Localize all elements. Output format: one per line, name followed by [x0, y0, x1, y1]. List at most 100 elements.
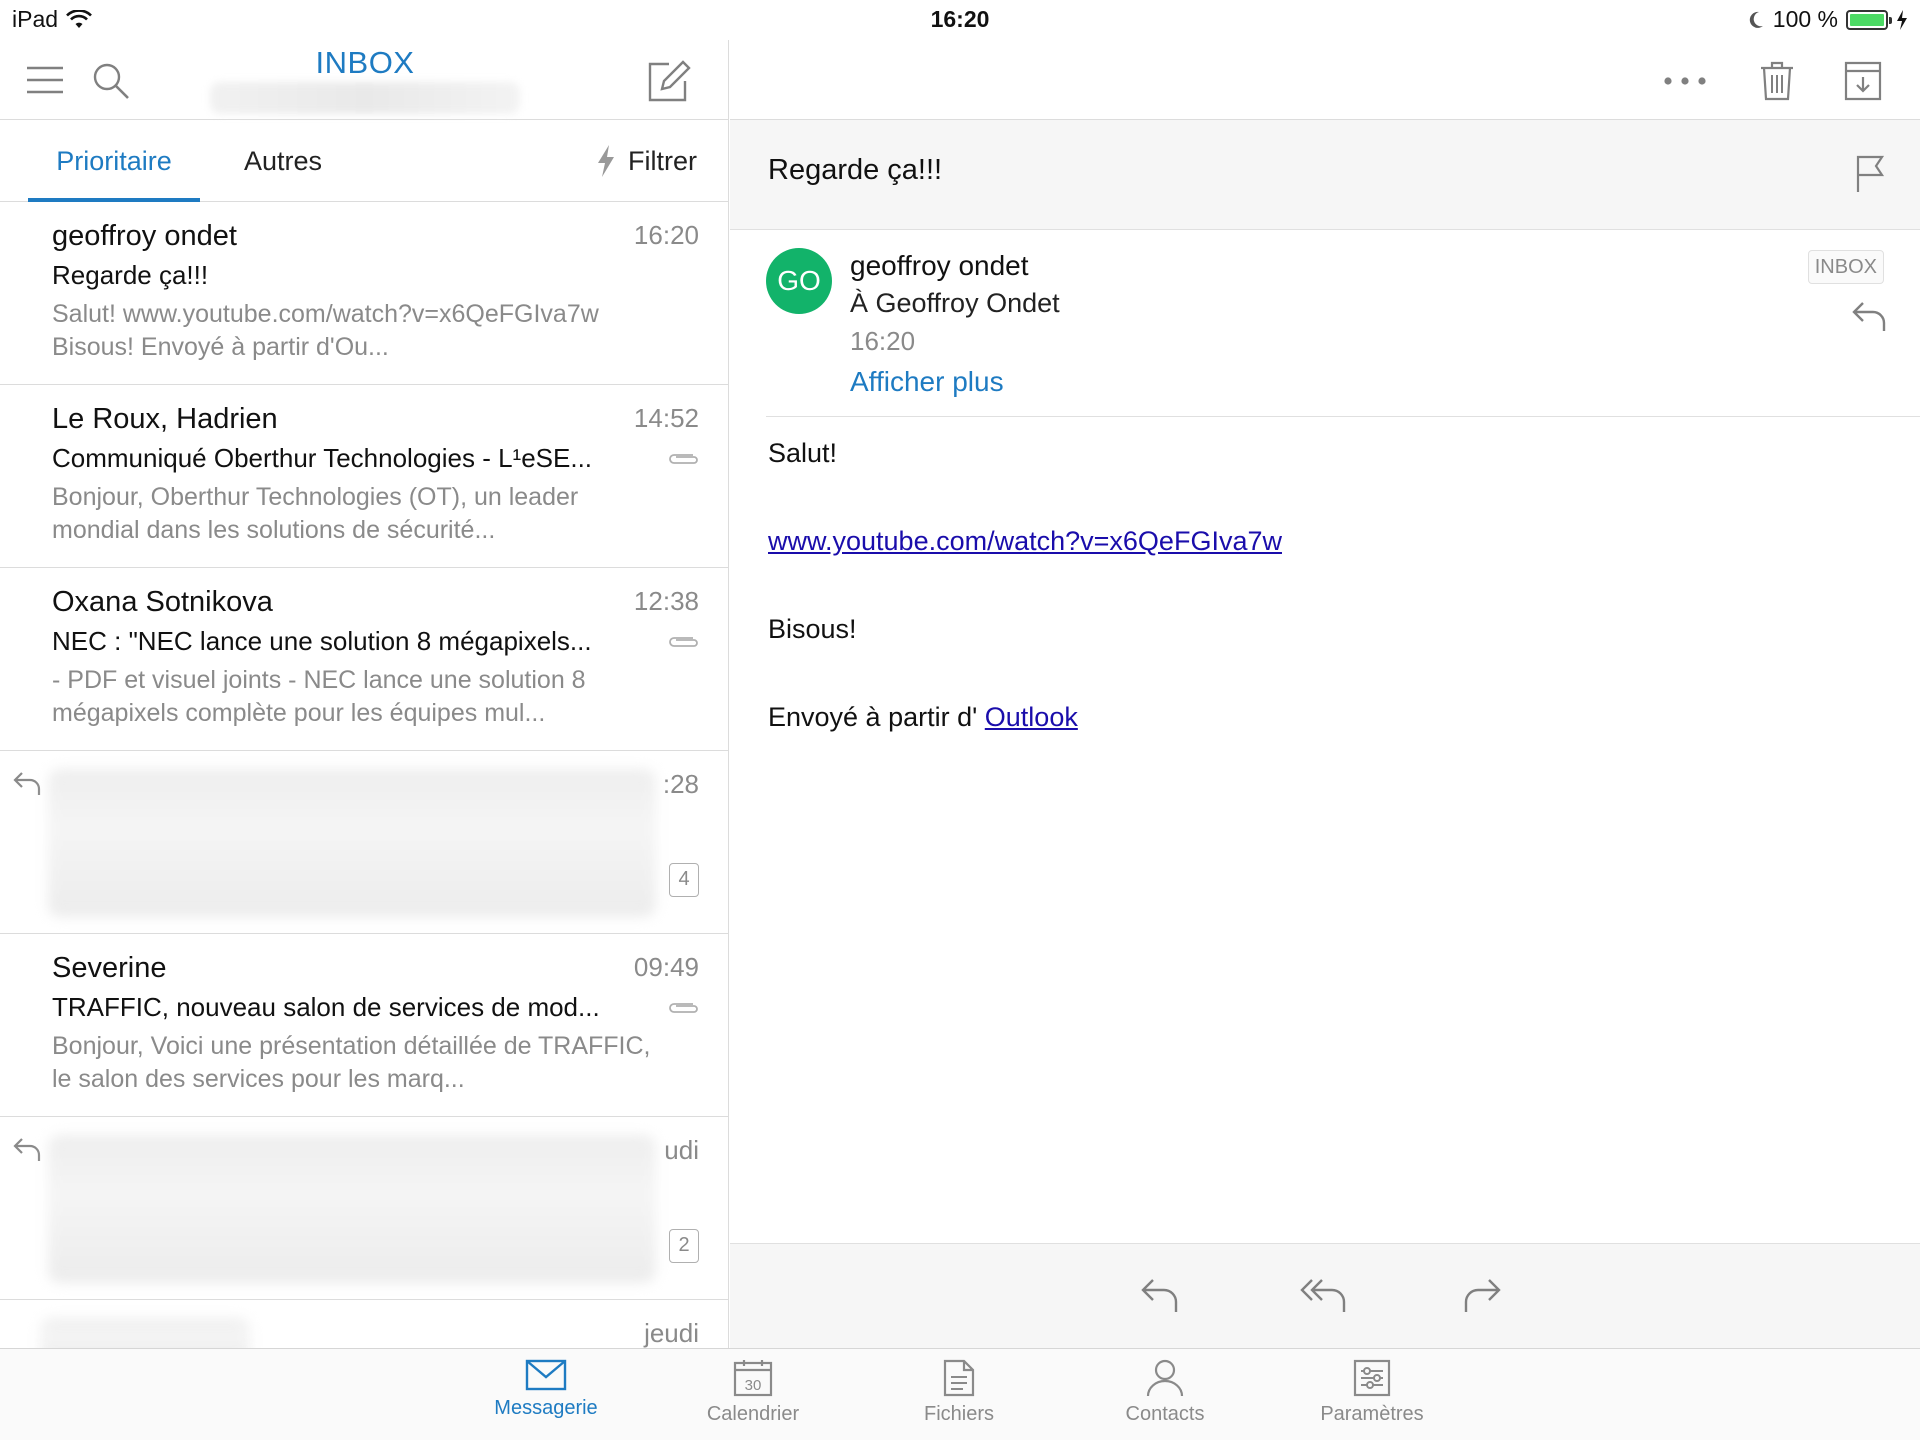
- filter-label: Filtrer: [628, 145, 697, 176]
- calendar-day-number: 30: [745, 1377, 762, 1394]
- message-subject: Communiqué Oberthur Technologies - L¹eSE…: [52, 443, 593, 473]
- calendar-icon: 30: [733, 1360, 773, 1397]
- battery-icon: [1846, 9, 1892, 30]
- archive-icon: [1844, 61, 1882, 101]
- reply-button[interactable]: [1130, 1268, 1190, 1324]
- show-more-link[interactable]: Afficher plus: [850, 366, 1004, 398]
- compose-button[interactable]: [640, 54, 696, 110]
- message-subject: Regarde ça!!!: [52, 260, 209, 290]
- attachment-icon: [669, 1003, 698, 1013]
- envelope-icon: [525, 1359, 567, 1391]
- nav-calendar-label: Calendrier: [706, 1403, 800, 1425]
- reply-all-button[interactable]: [1290, 1268, 1360, 1324]
- blurred-message-content: [48, 1135, 656, 1283]
- nav-settings[interactable]: Paramètres: [1287, 1359, 1457, 1426]
- battery-percent: 100 %: [1772, 6, 1838, 32]
- reading-toolbar: [730, 40, 1920, 120]
- avatar[interactable]: GO: [766, 248, 832, 314]
- message-time: :28: [662, 769, 699, 799]
- person-icon: [1146, 1359, 1184, 1397]
- subject-bar: Regarde ça!!!: [730, 120, 1920, 230]
- menu-button[interactable]: [20, 58, 70, 102]
- nav-mail-label: Messagerie: [494, 1397, 598, 1419]
- list-item[interactable]: Severine 09:49 TRAFFIC, nouveau salon de…: [0, 934, 728, 1117]
- nav-calendar[interactable]: 30 Calendrier: [668, 1359, 838, 1426]
- nav-contacts-label: Contacts: [1125, 1403, 1205, 1425]
- filter-button[interactable]: Filtrer: [596, 120, 697, 202]
- recipient-line: À Geoffroy Ondet: [850, 288, 1060, 318]
- list-item[interactable]: :28 4: [0, 751, 728, 934]
- search-button[interactable]: [86, 56, 136, 106]
- nav-mail[interactable]: Messagerie: [461, 1359, 631, 1420]
- message-subject: TRAFFIC, nouveau salon de services de mo…: [52, 992, 600, 1022]
- list-item[interactable]: udi 2: [0, 1117, 728, 1300]
- message-time: 12:38: [633, 586, 699, 616]
- message-sender: geoffroy ondet: [52, 220, 237, 252]
- more-button[interactable]: [1650, 56, 1720, 106]
- folder-badge: INBOX: [1807, 250, 1884, 284]
- replied-icon: [13, 1138, 41, 1161]
- reply-button[interactable]: [1844, 294, 1894, 340]
- message-body: Salut! www.youtube.com/watch?v=x6QeFGIva…: [768, 436, 1868, 788]
- forward-icon: [1464, 1279, 1501, 1312]
- sent-time: 16:20: [850, 326, 916, 356]
- message-time: 16:20: [633, 220, 699, 250]
- message-preview: Bonjour, Voici une présentation détaillé…: [52, 1032, 651, 1093]
- message-header: GO geoffroy ondet À Geoffroy Ondet 16:20…: [730, 230, 1920, 416]
- status-right: 100 %: [1747, 6, 1908, 33]
- delete-button[interactable]: [1750, 54, 1804, 108]
- list-item[interactable]: jeudi: [0, 1300, 728, 1348]
- list-item[interactable]: Le Roux, Hadrien 14:52 Communiqué Oberth…: [0, 385, 728, 568]
- message-preview: - PDF et visuel joints - NEC lance une s…: [52, 666, 586, 727]
- list-item[interactable]: geoffroy ondet 16:20 Regarde ça!!! Salut…: [0, 202, 728, 385]
- inbox-tabs: Prioritaire Autres Filtrer: [0, 120, 728, 202]
- charging-icon: [1897, 9, 1907, 30]
- attachment-icon: [669, 637, 698, 647]
- lightning-icon: [598, 145, 614, 177]
- nav-settings-label: Paramètres: [1320, 1403, 1424, 1425]
- status-time: 16:20: [930, 6, 990, 32]
- nav-files[interactable]: Fichiers: [874, 1359, 1044, 1426]
- status-bar: iPad 16:20 100 %: [0, 0, 1920, 40]
- flag-button[interactable]: [1846, 150, 1894, 198]
- blurred-message-content: [48, 769, 656, 917]
- tab-others[interactable]: Autres: [244, 120, 322, 202]
- outlook-link[interactable]: Outlook: [985, 702, 1078, 732]
- message-time: 14:52: [633, 403, 699, 433]
- archive-button[interactable]: [1836, 54, 1890, 108]
- message-list-pane: INBOX Prioritaire Autres Filtrer geoffro…: [0, 40, 729, 1348]
- more-dots-icon: [1664, 77, 1706, 85]
- bottom-tab-bar: Messagerie 30 Calendrier Fichiers Contac…: [0, 1348, 1920, 1440]
- message-sender: Severine: [52, 952, 167, 984]
- youtube-link[interactable]: www.youtube.com/watch?v=x6QeFGIva7w: [768, 526, 1282, 556]
- message-actions-bar: [730, 1243, 1920, 1348]
- thread-count-badge: 4: [669, 863, 699, 897]
- message-preview: Bonjour, Oberthur Technologies (OT), un …: [52, 483, 579, 544]
- message-time: udi: [664, 1135, 699, 1165]
- folder-title[interactable]: INBOX: [200, 45, 530, 81]
- signature-text: Envoyé à partir d': [768, 702, 978, 732]
- message-sender: Oxana Sotnikova: [52, 586, 273, 618]
- message-subject: NEC : "NEC lance une solution 8 mégapixe…: [52, 626, 592, 656]
- message-preview: Salut! www.youtube.com/watch?v=x6QeFGIva…: [52, 300, 599, 361]
- account-name-blurred: [210, 82, 520, 114]
- hamburger-icon: [27, 66, 63, 94]
- message-sender: Le Roux, Hadrien: [52, 403, 278, 435]
- tab-priority[interactable]: Prioritaire: [28, 120, 200, 202]
- nav-files-label: Fichiers: [923, 1403, 994, 1425]
- search-icon: [93, 63, 129, 99]
- nav-contacts[interactable]: Contacts: [1080, 1359, 1250, 1426]
- blurred-message-content: [40, 1318, 250, 1348]
- reply-all-icon: [1300, 1279, 1346, 1312]
- forward-button[interactable]: [1452, 1268, 1512, 1324]
- reading-pane: Regarde ça!!! GO geoffroy ondet À Geoffr…: [730, 40, 1920, 1348]
- body-signature: Envoyé à partir d' Outlook: [768, 700, 1868, 734]
- body-link-paragraph: www.youtube.com/watch?v=x6QeFGIva7w: [768, 524, 1868, 558]
- replied-icon: [13, 772, 41, 795]
- attachment-icon: [669, 454, 698, 464]
- sender-name[interactable]: geoffroy ondet: [850, 250, 1029, 282]
- body-greeting: Salut!: [768, 438, 838, 468]
- list-item[interactable]: Oxana Sotnikova 12:38 NEC : "NEC lance u…: [0, 568, 728, 751]
- settings-sliders-icon: [1353, 1359, 1391, 1397]
- conversation-subject: Regarde ça!!!: [768, 154, 943, 186]
